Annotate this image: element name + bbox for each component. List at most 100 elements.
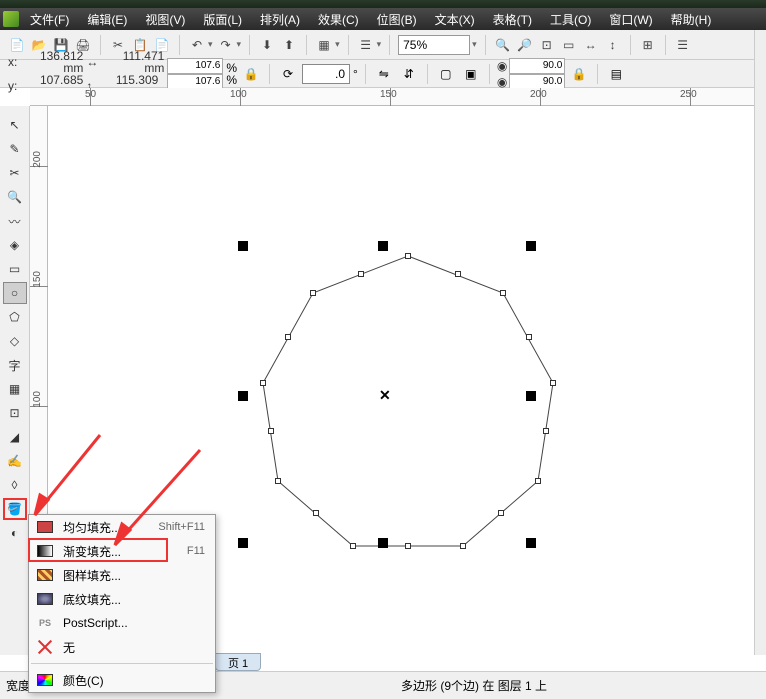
zoom-dropdown[interactable]: ▾ xyxy=(472,39,477,50)
menu-tools[interactable]: 工具(O) xyxy=(544,9,597,30)
snap-icon[interactable]: ⊞ xyxy=(639,36,657,54)
gradient-fill-item[interactable]: 渐变填充... F11 xyxy=(29,539,215,563)
smart-fill-tool[interactable]: ◈ xyxy=(3,234,27,256)
corner1-input[interactable] xyxy=(509,58,565,74)
lock-ratio-icon[interactable]: 🔒 xyxy=(240,63,262,85)
status-selection: 多边形 (9个边) 在 图层 1 上 xyxy=(401,677,547,694)
menu-text[interactable]: 文本(X) xyxy=(429,9,481,30)
color-docker-item[interactable]: 颜色(C) xyxy=(29,668,215,692)
postscript-fill-item[interactable]: PS PostScript... xyxy=(29,611,215,635)
export-icon[interactable]: ⬆ xyxy=(280,36,298,54)
node-handle[interactable] xyxy=(260,380,266,386)
shape-tool[interactable]: ✎ xyxy=(3,138,27,160)
zoom-tool[interactable]: 🔍 xyxy=(3,186,27,208)
menu-table[interactable]: 表格(T) xyxy=(487,9,538,30)
node-handle[interactable] xyxy=(313,510,319,516)
zoom-width-icon[interactable]: ↔ xyxy=(582,36,600,54)
node-handle[interactable] xyxy=(526,334,532,340)
selection-handle[interactable] xyxy=(526,241,536,251)
menu-help[interactable]: 帮助(H) xyxy=(665,9,718,30)
outline-tool[interactable]: ◊ xyxy=(3,474,27,496)
no-fill-item[interactable]: 无 xyxy=(29,635,215,659)
mirror-v-icon[interactable]: ⇵ xyxy=(398,63,420,85)
node-handle[interactable] xyxy=(310,290,316,296)
import-icon[interactable]: ⬇ xyxy=(258,36,276,54)
menu-edit[interactable]: 编辑(E) xyxy=(81,9,133,30)
wrap-icon[interactable]: ▤ xyxy=(605,63,627,85)
text-tool[interactable]: 字 xyxy=(3,354,27,376)
launcher-dropdown[interactable]: ▾ xyxy=(335,39,340,50)
node-handle[interactable] xyxy=(358,271,364,277)
texture-fill-item[interactable]: 底纹填充... xyxy=(29,587,215,611)
lock2-icon[interactable]: 🔒 xyxy=(568,63,590,85)
menu-view[interactable]: 视图(V) xyxy=(139,9,191,30)
dimension-tool[interactable]: ⊡ xyxy=(3,402,27,424)
menu-layout[interactable]: 版面(L) xyxy=(197,9,248,30)
page-tab-1[interactable]: 页 1 xyxy=(215,653,261,671)
node-handle[interactable] xyxy=(500,290,506,296)
uniform-fill-item[interactable]: 均匀填充... Shift+F11 xyxy=(29,515,215,539)
x-value[interactable]: 136.812 mm xyxy=(19,50,83,74)
pattern-fill-item[interactable]: 图样填充... xyxy=(29,563,215,587)
zoom-fit-icon[interactable]: ⊡ xyxy=(538,36,556,54)
connector-tool[interactable]: ◢ xyxy=(3,426,27,448)
selection-handle[interactable] xyxy=(238,391,248,401)
node-handle[interactable] xyxy=(550,380,556,386)
node-handle[interactable] xyxy=(285,334,291,340)
selection-handle[interactable] xyxy=(238,241,248,251)
options-icon[interactable]: ☰ xyxy=(674,36,692,54)
node-handle[interactable] xyxy=(535,478,541,484)
menu-arrange[interactable]: 排列(A) xyxy=(254,9,306,30)
node-handle[interactable] xyxy=(275,478,281,484)
redo-dropdown[interactable]: ▾ xyxy=(237,39,242,50)
eyedropper-tool[interactable]: ✍ xyxy=(3,450,27,472)
polygon-tool[interactable]: ⬠ xyxy=(3,306,27,328)
node-handle[interactable] xyxy=(405,253,411,259)
selection-handle[interactable] xyxy=(526,391,536,401)
node-handle[interactable] xyxy=(455,271,461,277)
app-launcher-icon[interactable]: ▦ xyxy=(315,36,333,54)
node-handle[interactable] xyxy=(268,428,274,434)
zoom-select[interactable] xyxy=(398,35,470,55)
node-handle[interactable] xyxy=(460,543,466,549)
zoom-page-icon[interactable]: ▭ xyxy=(560,36,578,54)
selection-handle[interactable] xyxy=(378,241,388,251)
node-handle[interactable] xyxy=(543,428,549,434)
node-handle[interactable] xyxy=(350,543,356,549)
node-handle[interactable] xyxy=(498,510,504,516)
polygon-shape[interactable] xyxy=(248,241,568,561)
menu-bitmaps[interactable]: 位图(B) xyxy=(371,9,423,30)
menu-file[interactable]: 文件(F) xyxy=(24,9,75,30)
zoom-in-icon[interactable]: 🔍 xyxy=(494,36,512,54)
ellipse-tool[interactable]: ○ xyxy=(3,282,27,304)
prop-box1-icon[interactable]: ▢ xyxy=(435,63,457,85)
rotation-input[interactable] xyxy=(302,64,350,84)
basic-shapes-tool[interactable]: ◇ xyxy=(3,330,27,352)
selection-handle[interactable] xyxy=(238,538,248,548)
mirror-h-icon[interactable]: ⇋ xyxy=(373,63,395,85)
node-handle[interactable] xyxy=(405,543,411,549)
zoom-out-icon[interactable]: 🔎 xyxy=(516,36,534,54)
rectangle-tool[interactable]: ▭ xyxy=(3,258,27,280)
menu-effects[interactable]: 效果(C) xyxy=(312,9,365,30)
no-fill-icon xyxy=(35,638,55,656)
selection-handle[interactable] xyxy=(378,538,388,548)
undo-icon[interactable]: ↶ xyxy=(188,36,206,54)
zoom-height-icon[interactable]: ↕ xyxy=(604,36,622,54)
prop-box2-icon[interactable]: ▣ xyxy=(460,63,482,85)
redo-icon[interactable]: ↷ xyxy=(217,36,235,54)
fill-tool[interactable]: 🪣 xyxy=(3,498,27,520)
selection-handle[interactable] xyxy=(526,538,536,548)
w-value[interactable]: 111.471 mm xyxy=(100,50,164,74)
crop-tool[interactable]: ✂ xyxy=(3,162,27,184)
welcome-dropdown[interactable]: ▾ xyxy=(377,39,382,50)
pick-tool[interactable]: ↖ xyxy=(3,114,27,136)
scale-x-input[interactable] xyxy=(167,58,223,74)
menu-window[interactable]: 窗口(W) xyxy=(603,9,658,30)
freehand-tool[interactable]: 〰 xyxy=(3,210,27,232)
welcome-icon[interactable]: ☰ xyxy=(357,36,375,54)
table-tool[interactable]: ▦ xyxy=(3,378,27,400)
color-palette-bar[interactable] xyxy=(754,30,766,655)
interactive-fill-tool[interactable]: ◐ xyxy=(3,522,27,544)
undo-dropdown[interactable]: ▾ xyxy=(208,39,213,50)
